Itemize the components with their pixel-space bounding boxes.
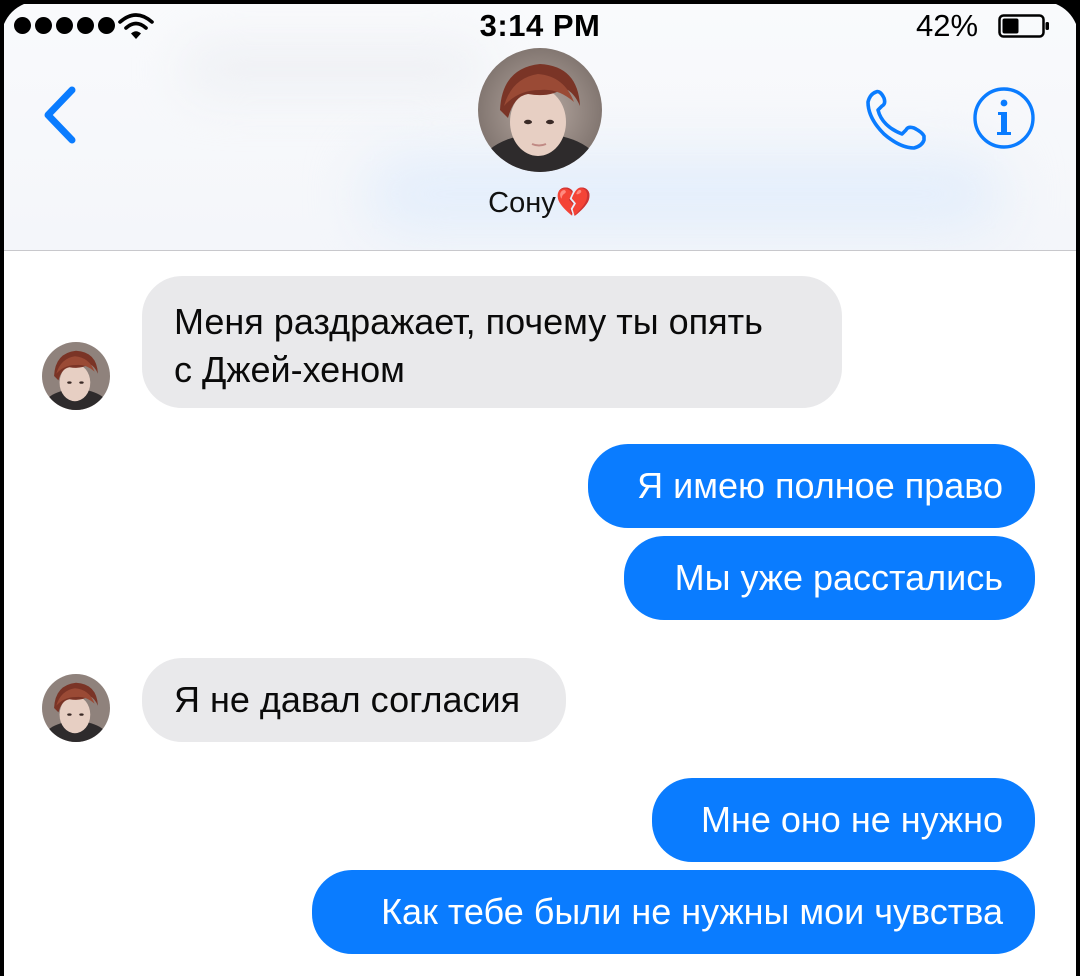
message-text: Мы уже расстались <box>674 557 1003 598</box>
message-bubble-incoming[interactable]: Я не давал согласия <box>142 658 566 742</box>
message-bubble-outgoing[interactable]: Мы уже расстались <box>624 536 1035 620</box>
contact-name[interactable]: Сону💔 <box>400 186 680 220</box>
phone-icon[interactable] <box>862 84 932 154</box>
device-frame-right <box>1076 0 1080 976</box>
message-avatar[interactable] <box>42 342 110 410</box>
wifi-icon <box>118 13 154 39</box>
chat-screen: 3:14 PM 42% Сону� <box>0 0 1080 976</box>
message-bubble-incoming[interactable]: Меня раздражает, почему ты опять с Джей-… <box>142 276 842 408</box>
battery-percent: 42% <box>916 8 979 43</box>
message-text: Я имею полное право <box>637 465 1003 506</box>
status-bar: 3:14 PM 42% <box>0 0 1080 52</box>
device-corner-left <box>0 0 40 40</box>
device-frame-left <box>0 0 4 976</box>
contact-avatar-photo <box>478 48 602 172</box>
message-avatar-photo <box>42 674 110 742</box>
message-text: Меня раздражает, почему ты опять <box>174 301 763 342</box>
info-icon[interactable] <box>972 86 1036 150</box>
message-text: с Джей-хеном <box>174 349 405 390</box>
message-text: Как тебе были не нужны мои чувства <box>381 891 1003 932</box>
contact-avatar[interactable] <box>478 48 602 172</box>
message-bubble-outgoing[interactable]: Мне оно не нужно <box>652 778 1035 862</box>
back-button[interactable] <box>36 80 86 150</box>
message-bubble-outgoing[interactable]: Как тебе были не нужны мои чувства <box>312 870 1035 954</box>
message-avatar[interactable] <box>42 674 110 742</box>
header-divider <box>0 250 1080 251</box>
device-frame-top <box>0 0 1080 4</box>
message-avatar-photo <box>42 342 110 410</box>
status-time: 3:14 PM <box>479 8 601 43</box>
message-text: Мне оно не нужно <box>701 799 1003 840</box>
message-text: Я не давал согласия <box>174 679 521 720</box>
device-corner-right <box>1040 0 1080 40</box>
message-bubble-outgoing[interactable]: Я имею полное право <box>588 444 1035 528</box>
